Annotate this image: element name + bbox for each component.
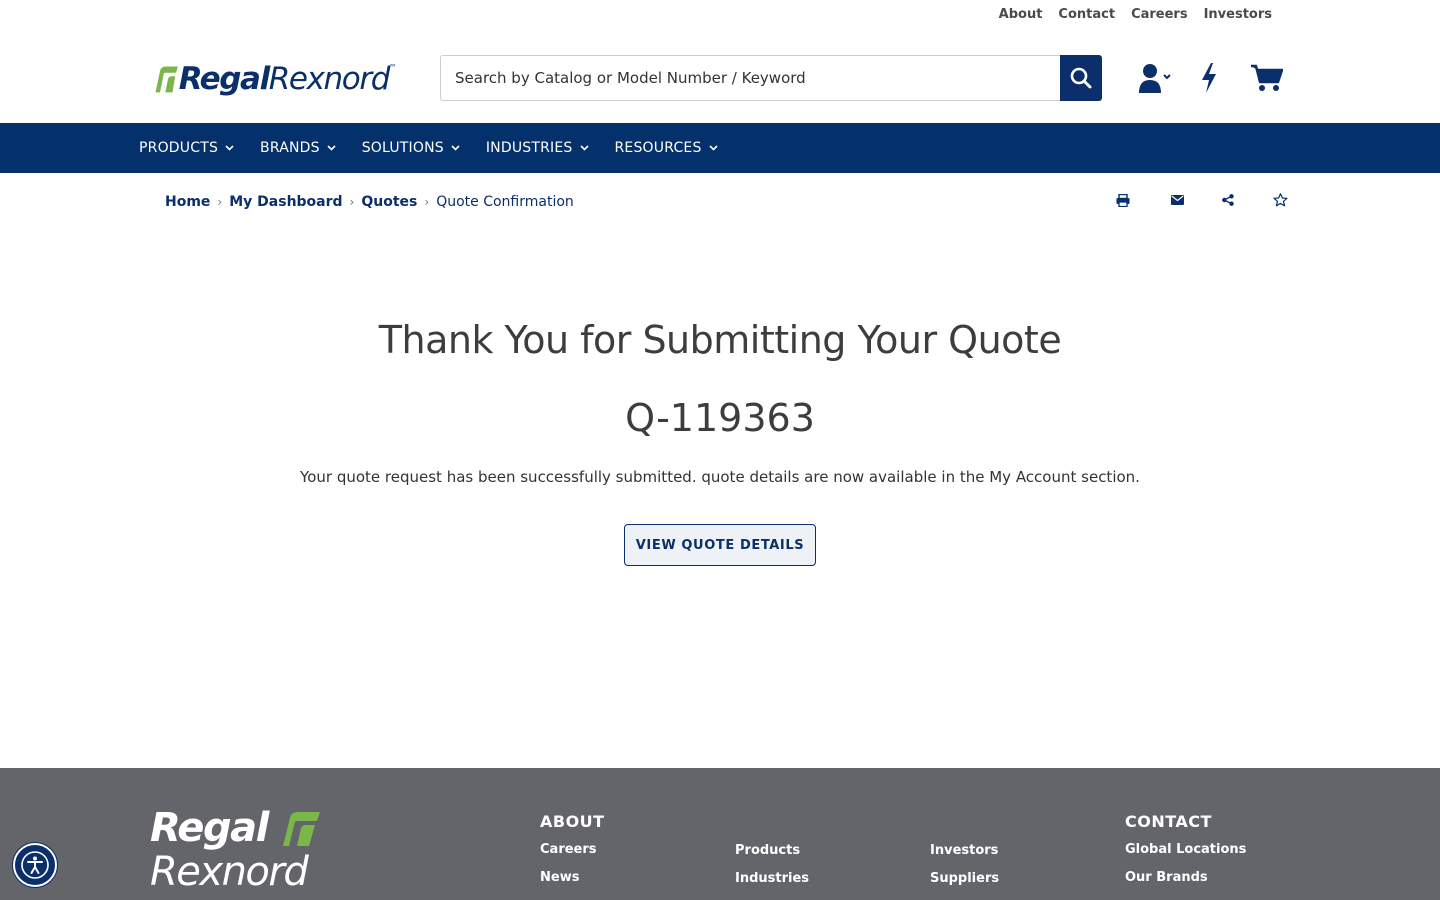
- search-bar: [440, 55, 1102, 101]
- footer-link-investors[interactable]: Investors: [930, 843, 998, 858]
- utility-link-about[interactable]: About: [999, 7, 1043, 22]
- cart-button[interactable]: [1250, 62, 1284, 94]
- nav-products[interactable]: PRODUCTS: [139, 140, 234, 156]
- accessibility-button[interactable]: [13, 843, 57, 887]
- nav-brands[interactable]: BRANDS: [260, 140, 336, 156]
- confirmation-panel: Thank You for Submitting Your Quote Q-11…: [0, 300, 1440, 566]
- view-quote-details-button[interactable]: VIEW QUOTE DETAILS: [624, 524, 816, 566]
- nav-label: BRANDS: [260, 140, 320, 156]
- nav-resources[interactable]: RESOURCES: [615, 140, 718, 156]
- page-tools: [1115, 192, 1288, 208]
- account-menu[interactable]: [1138, 62, 1172, 94]
- nav-label: PRODUCTS: [139, 140, 219, 156]
- nav-label: INDUSTRIES: [485, 140, 573, 156]
- quick-order-button[interactable]: [1198, 62, 1220, 94]
- footer-link-careers[interactable]: Careers: [540, 842, 597, 857]
- confirmation-message: Your quote request has been successfully…: [300, 468, 1140, 486]
- breadcrumb-home[interactable]: Home: [165, 194, 210, 210]
- logo-mark-icon: [283, 812, 320, 846]
- share-button[interactable]: [1220, 192, 1236, 208]
- utility-link-contact[interactable]: Contact: [1058, 7, 1115, 22]
- breadcrumb-dashboard[interactable]: My Dashboard: [229, 194, 342, 210]
- logo-wordmark: RegalRexnord: [178, 61, 391, 97]
- chevron-down-icon: [451, 145, 460, 151]
- search-input[interactable]: [440, 55, 1060, 101]
- header-icons: [1138, 62, 1284, 94]
- main-nav: PRODUCTS BRANDS SOLUTIONS INDUSTRIES RES…: [0, 123, 1440, 173]
- footer-link-global-locations[interactable]: Global Locations: [1125, 842, 1246, 857]
- utility-nav: About Contact Careers Investors: [999, 7, 1272, 22]
- print-icon: [1116, 193, 1130, 207]
- breadcrumb-current: Quote Confirmation: [436, 194, 574, 210]
- footer-link-our-brands[interactable]: Our Brands: [1125, 870, 1208, 885]
- page-title: Thank You for Submitting Your Quote: [378, 318, 1062, 362]
- quote-id: Q-119363: [625, 396, 815, 440]
- footer-link-products[interactable]: Products: [735, 843, 800, 858]
- nav-industries[interactable]: INDUSTRIES: [486, 140, 589, 156]
- footer-link-suppliers[interactable]: Suppliers: [930, 871, 999, 886]
- print-button[interactable]: [1115, 192, 1131, 208]
- share-icon: [1222, 194, 1234, 206]
- chevron-down-icon: [327, 145, 336, 151]
- chevron-right-icon: ›: [217, 195, 223, 209]
- breadcrumb: Home › My Dashboard › Quotes › Quote Con…: [165, 194, 574, 210]
- nav-label: SOLUTIONS: [361, 140, 444, 156]
- email-button[interactable]: [1169, 192, 1185, 208]
- chevron-right-icon: ›: [424, 195, 430, 209]
- footer-heading-about: ABOUT: [540, 812, 605, 831]
- nav-label: RESOURCES: [614, 140, 702, 156]
- footer-link-news[interactable]: News: [540, 870, 579, 885]
- utility-link-careers[interactable]: Careers: [1131, 7, 1188, 22]
- nav-solutions[interactable]: SOLUTIONS: [362, 140, 460, 156]
- search-icon: [1070, 67, 1092, 89]
- email-icon: [1170, 195, 1184, 205]
- chevron-down-icon: [579, 145, 589, 151]
- utility-link-investors[interactable]: Investors: [1204, 7, 1272, 22]
- lightning-icon: [1202, 63, 1216, 93]
- search-button[interactable]: [1060, 55, 1102, 101]
- footer-logo-line2: Rexnord: [150, 849, 309, 895]
- user-icon: [1139, 64, 1171, 93]
- breadcrumb-quotes[interactable]: Quotes: [361, 194, 417, 210]
- footer-heading-contact: CONTACT: [1125, 812, 1212, 831]
- chevron-down-icon: [225, 145, 234, 151]
- site-footer: Regal Rexnord ABOUT Careers News Product…: [0, 768, 1440, 900]
- accessibility-icon: [21, 851, 49, 879]
- star-icon: [1272, 193, 1288, 207]
- chevron-right-icon: ›: [349, 195, 355, 209]
- footer-logo[interactable]: Regal Rexnord: [150, 806, 330, 894]
- brand-logo[interactable]: RegalRexnord ™: [152, 59, 397, 99]
- chevron-down-icon: [709, 145, 718, 151]
- cart-icon: [1251, 64, 1283, 91]
- logo-mark-icon: [155, 66, 178, 93]
- favorite-button[interactable]: [1272, 192, 1288, 208]
- logo-trademark: ™: [389, 63, 397, 72]
- footer-link-industries[interactable]: Industries: [735, 871, 809, 886]
